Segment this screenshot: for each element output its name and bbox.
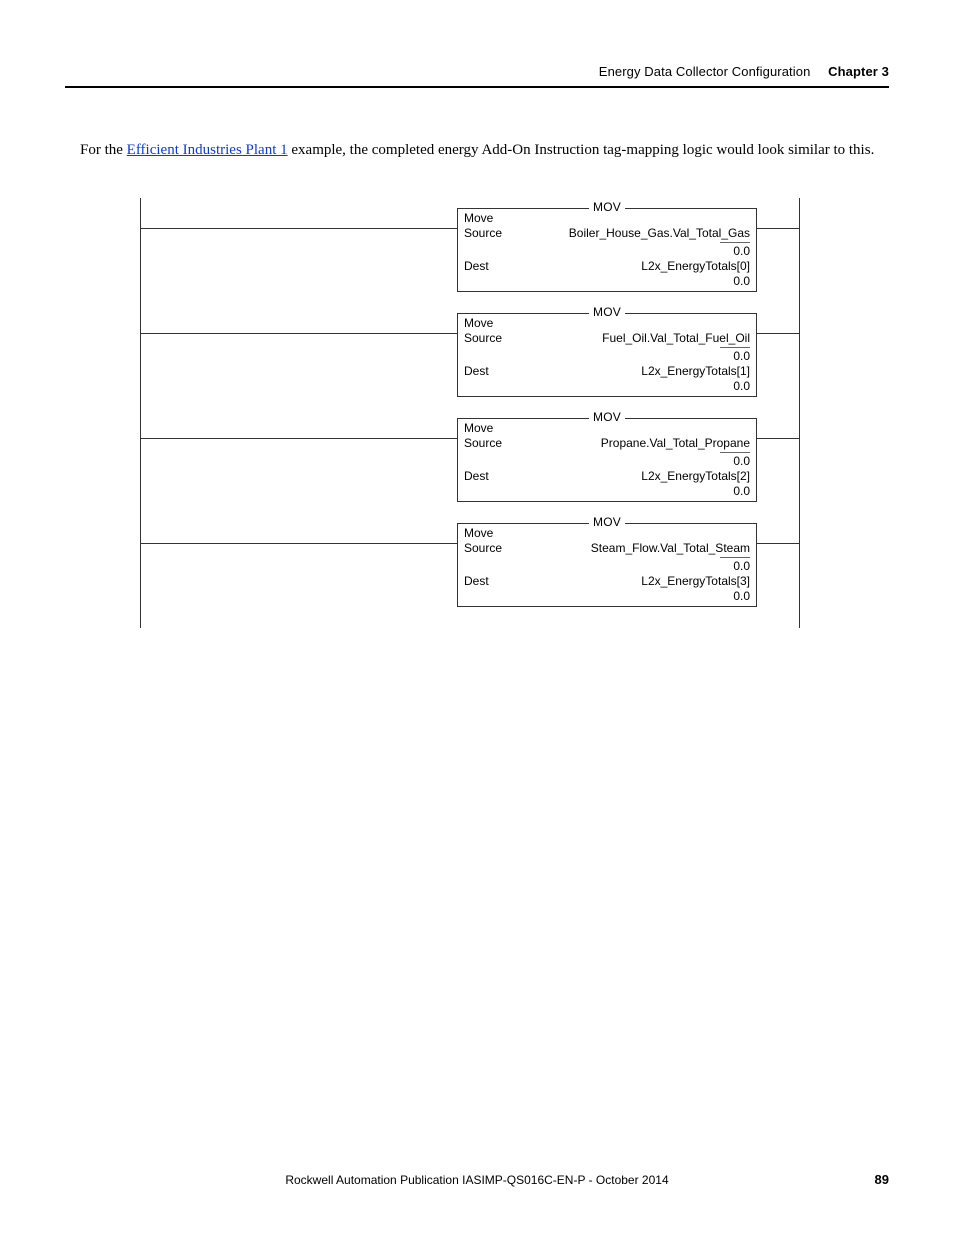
para-post: example, the completed energy Add-On Ins… bbox=[288, 142, 875, 158]
para-pre: For the bbox=[80, 142, 127, 158]
mov-title: MOV bbox=[589, 410, 625, 425]
mov-source-value: 0.0 bbox=[464, 244, 750, 259]
mov-source-tag: Steam_Flow.Val_Total_Steam bbox=[591, 541, 750, 556]
ladder-diagram: MOV Move Source Boiler_House_Gas.Val_Tot… bbox=[140, 198, 800, 628]
mov-source-label: Source bbox=[464, 226, 508, 241]
ladder-rung: MOV Move Source Fuel_Oil.Val_Total_Fuel_… bbox=[141, 303, 799, 408]
efficient-industries-link[interactable]: Efficient Industries Plant 1 bbox=[127, 142, 288, 158]
mov-source-label: Source bbox=[464, 436, 508, 451]
header-chapter: Chapter 3 bbox=[828, 64, 889, 79]
body-paragraph: For the Efficient Industries Plant 1 exa… bbox=[80, 140, 884, 162]
page-number: 89 bbox=[875, 1172, 889, 1187]
running-header: Energy Data Collector Configuration Chap… bbox=[599, 64, 889, 79]
mov-source-tag: Boiler_House_Gas.Val_Total_Gas bbox=[569, 226, 750, 241]
mov-source-value: 0.0 bbox=[464, 559, 750, 574]
mov-source-tag: Fuel_Oil.Val_Total_Fuel_Oil bbox=[602, 331, 750, 346]
mov-dest-value: 0.0 bbox=[464, 589, 750, 604]
mov-source-tag: Propane.Val_Total_Propane bbox=[601, 436, 750, 451]
value-divider bbox=[720, 557, 750, 558]
mov-title: MOV bbox=[589, 200, 625, 215]
mov-block: MOV Move Source Fuel_Oil.Val_Total_Fuel_… bbox=[457, 313, 757, 397]
mov-block: MOV Move Source Propane.Val_Total_Propan… bbox=[457, 418, 757, 502]
page-footer: Rockwell Automation Publication IASIMP-Q… bbox=[65, 1173, 889, 1187]
rung-wire-in bbox=[141, 543, 457, 544]
ladder-rung: MOV Move Source Steam_Flow.Val_Total_Ste… bbox=[141, 513, 799, 618]
value-divider bbox=[720, 452, 750, 453]
mov-dest-tag: L2x_EnergyTotals[0] bbox=[641, 259, 750, 274]
publication-id: Rockwell Automation Publication IASIMP-Q… bbox=[65, 1173, 889, 1187]
mov-block: MOV Move Source Steam_Flow.Val_Total_Ste… bbox=[457, 523, 757, 607]
mov-source-label: Source bbox=[464, 331, 508, 346]
header-rule bbox=[65, 86, 889, 88]
mov-source-value: 0.0 bbox=[464, 454, 750, 469]
ladder-rung: MOV Move Source Boiler_House_Gas.Val_Tot… bbox=[141, 198, 799, 303]
mov-source-label: Source bbox=[464, 541, 508, 556]
ladder-rail-right bbox=[799, 198, 800, 628]
page: Energy Data Collector Configuration Chap… bbox=[0, 0, 954, 1235]
mov-dest-label: Dest bbox=[464, 364, 495, 379]
mov-dest-label: Dest bbox=[464, 469, 495, 484]
mov-dest-value: 0.0 bbox=[464, 379, 750, 394]
ladder-rung: MOV Move Source Propane.Val_Total_Propan… bbox=[141, 408, 799, 513]
mov-dest-value: 0.0 bbox=[464, 484, 750, 499]
rung-wire-in bbox=[141, 438, 457, 439]
mov-dest-tag: L2x_EnergyTotals[3] bbox=[641, 574, 750, 589]
mov-dest-value: 0.0 bbox=[464, 274, 750, 289]
rung-wire-in bbox=[141, 333, 457, 334]
mov-title: MOV bbox=[589, 305, 625, 320]
mov-title: MOV bbox=[589, 515, 625, 530]
value-divider bbox=[720, 347, 750, 348]
mov-block: MOV Move Source Boiler_House_Gas.Val_Tot… bbox=[457, 208, 757, 292]
mov-dest-tag: L2x_EnergyTotals[2] bbox=[641, 469, 750, 484]
value-divider bbox=[720, 242, 750, 243]
rung-wire-in bbox=[141, 228, 457, 229]
mov-dest-label: Dest bbox=[464, 259, 495, 274]
mov-dest-tag: L2x_EnergyTotals[1] bbox=[641, 364, 750, 379]
mov-source-value: 0.0 bbox=[464, 349, 750, 364]
header-section: Energy Data Collector Configuration bbox=[599, 64, 811, 79]
mov-dest-label: Dest bbox=[464, 574, 495, 589]
